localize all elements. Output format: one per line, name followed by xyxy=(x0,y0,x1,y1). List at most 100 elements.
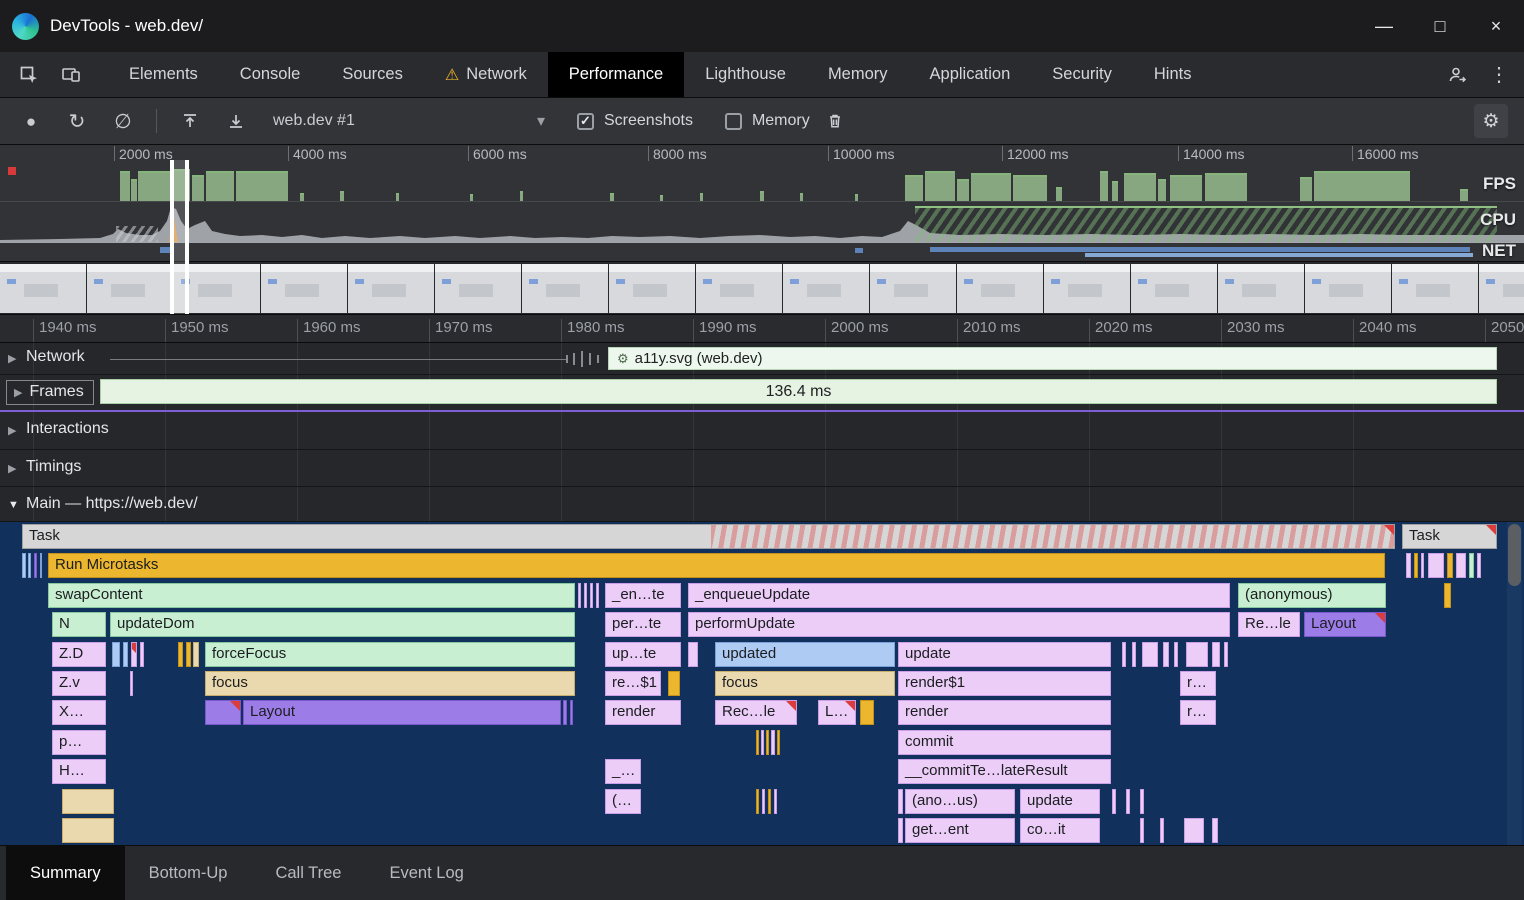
flame-bar[interactable] xyxy=(1160,818,1164,843)
tab-network[interactable]: ⚠ Network xyxy=(424,52,548,97)
flame-bar-layout[interactable]: Layout xyxy=(243,700,561,726)
flame-bar[interactable] xyxy=(570,700,573,726)
screenshots-toggle[interactable]: ✓ Screenshots xyxy=(577,112,693,130)
flame-bar[interactable] xyxy=(1142,641,1158,667)
flame-bar-en-te[interactable]: _en…te xyxy=(605,582,681,608)
flame-bar-update[interactable]: update xyxy=(1020,788,1100,814)
flame-bar[interactable] xyxy=(584,582,587,608)
flame-bar[interactable] xyxy=(186,641,191,667)
filmstrip-thumbnail[interactable] xyxy=(609,264,695,313)
scrollbar-thumb[interactable] xyxy=(1508,524,1521,586)
flame-bar-render-1[interactable]: render$1 xyxy=(898,671,1111,696)
flame-bar-co-it[interactable]: co…it xyxy=(1020,818,1100,843)
flame-bar[interactable] xyxy=(1447,553,1453,579)
flame-bar[interactable] xyxy=(1421,553,1424,579)
network-track[interactable]: ▶ Network ⚙ a11y.svg (web.dev) xyxy=(0,343,1524,375)
flame-bar-updated[interactable]: updated xyxy=(715,641,895,667)
flame-bar-p[interactable]: p… xyxy=(52,729,106,755)
bottom-tab-bottom-up[interactable]: Bottom-Up xyxy=(125,846,252,900)
filmstrip-thumbnail[interactable] xyxy=(1131,264,1217,313)
flame-bar-ano-us[interactable]: (ano…us) xyxy=(905,788,1015,814)
clear-recording-button[interactable]: ∅ xyxy=(102,103,144,139)
filmstrip-thumbnail[interactable] xyxy=(0,264,86,313)
main-flame-chart[interactable]: Task Task Run Microtasks swapContent _en…te _… xyxy=(0,522,1524,845)
flame-bar[interactable] xyxy=(1428,553,1444,579)
close-button[interactable]: × xyxy=(1468,0,1524,52)
memory-toggle[interactable]: ✓ Memory xyxy=(724,112,810,130)
flame-bar[interactable] xyxy=(1112,788,1116,814)
filmstrip-thumbnail[interactable] xyxy=(522,264,608,313)
flame-bar[interactable] xyxy=(1469,553,1474,579)
flame-bar[interactable] xyxy=(28,553,31,579)
chevron-right-icon[interactable]: ▶ xyxy=(8,424,16,437)
flame-bar-re-le[interactable]: Re…le xyxy=(1238,612,1300,638)
load-profile-button[interactable] xyxy=(169,103,211,139)
flame-bar[interactable] xyxy=(34,553,37,579)
flame-bar[interactable] xyxy=(62,818,114,843)
flame-bar[interactable] xyxy=(193,641,199,667)
flame-bar[interactable] xyxy=(22,553,26,579)
flame-bar-update[interactable]: update xyxy=(898,641,1111,667)
chevron-right-icon[interactable]: ▶ xyxy=(8,352,16,365)
flame-bar[interactable] xyxy=(774,788,777,814)
flame-bar-enqueueupdate[interactable]: _enqueueUpdate xyxy=(688,582,1230,608)
flame-bar[interactable] xyxy=(1406,553,1411,579)
flame-bar[interactable] xyxy=(205,700,241,726)
memory-checkbox[interactable]: ✓ xyxy=(724,112,742,130)
tab-lighthouse[interactable]: Lighthouse xyxy=(684,52,807,97)
bottom-tab-event-log[interactable]: Event Log xyxy=(365,846,487,900)
flame-bar-l[interactable]: L… xyxy=(818,700,856,726)
flame-bar[interactable] xyxy=(756,729,759,755)
record-button[interactable]: ● xyxy=(10,103,52,139)
overview-selection-window[interactable] xyxy=(170,160,189,314)
flame-bar[interactable] xyxy=(1174,641,1178,667)
flame-bar[interactable] xyxy=(563,700,567,726)
flame-bar[interactable] xyxy=(130,671,133,696)
network-request[interactable]: ⚙ a11y.svg (web.dev) xyxy=(608,347,1497,370)
flame-bar-task[interactable]: Task xyxy=(22,524,1395,549)
flame-bar-[interactable]: (… xyxy=(605,788,641,814)
flame-scrollbar[interactable] xyxy=(1507,522,1522,845)
flame-bar[interactable] xyxy=(590,582,593,608)
flame-bar[interactable] xyxy=(1456,553,1466,579)
flame-bar[interactable] xyxy=(777,729,780,755)
device-toolbar-icon[interactable] xyxy=(50,52,92,97)
flame-bar-rec-le[interactable]: Rec…le xyxy=(715,700,797,726)
flame-bar-r[interactable]: r… xyxy=(1180,671,1216,696)
tab-memory[interactable]: Memory xyxy=(807,52,909,97)
timings-track[interactable]: ▶ Timings xyxy=(0,450,1524,487)
flame-bar[interactable] xyxy=(40,553,42,579)
timeline-overview[interactable]: 2000 ms 4000 ms 6000 ms 8000 ms 10000 ms 1200… xyxy=(0,145,1524,315)
flame-bar[interactable] xyxy=(1140,818,1144,843)
flame-bar-z-d[interactable]: Z.D xyxy=(52,641,106,667)
flame-bar-get-ent[interactable]: get…ent xyxy=(905,818,1015,843)
interactions-track[interactable]: ▶ Interactions xyxy=(0,412,1524,450)
flame-bar[interactable] xyxy=(668,671,680,696)
filmstrip-thumbnail[interactable] xyxy=(1392,264,1478,313)
flame-bar[interactable] xyxy=(112,641,120,667)
flame-bar[interactable] xyxy=(178,641,183,667)
inspect-icon[interactable] xyxy=(8,52,50,97)
flame-bar[interactable] xyxy=(1477,553,1481,579)
flame-bar[interactable] xyxy=(1163,641,1169,667)
flame-bar[interactable] xyxy=(898,788,903,814)
flame-bar-committe-lateresult[interactable]: __commitTe…lateResult xyxy=(898,759,1111,785)
flame-bar[interactable] xyxy=(761,729,764,755)
screenshots-checkbox[interactable]: ✓ xyxy=(577,112,594,130)
flame-bar[interactable] xyxy=(1184,818,1204,843)
flame-bar[interactable] xyxy=(596,582,599,608)
flame-bar[interactable] xyxy=(756,788,759,814)
filmstrip-thumbnail[interactable] xyxy=(87,264,173,313)
flame-bar-render[interactable]: render xyxy=(605,700,681,726)
flame-bar[interactable] xyxy=(771,729,775,755)
filmstrip-thumbnail[interactable] xyxy=(1305,264,1391,313)
filmstrip-thumbnail[interactable] xyxy=(1044,264,1130,313)
chevron-right-icon[interactable]: ▶ xyxy=(14,386,22,399)
tab-console[interactable]: Console xyxy=(219,52,322,97)
flame-bar[interactable] xyxy=(1414,553,1418,579)
filmstrip-thumbnail[interactable] xyxy=(1479,264,1524,313)
flame-bar-swapcontent[interactable]: swapContent xyxy=(48,582,575,608)
flame-bar-per-te[interactable]: per…te xyxy=(605,612,681,638)
filmstrip-thumbnail[interactable] xyxy=(696,264,782,313)
flame-bar[interactable] xyxy=(1122,641,1126,667)
